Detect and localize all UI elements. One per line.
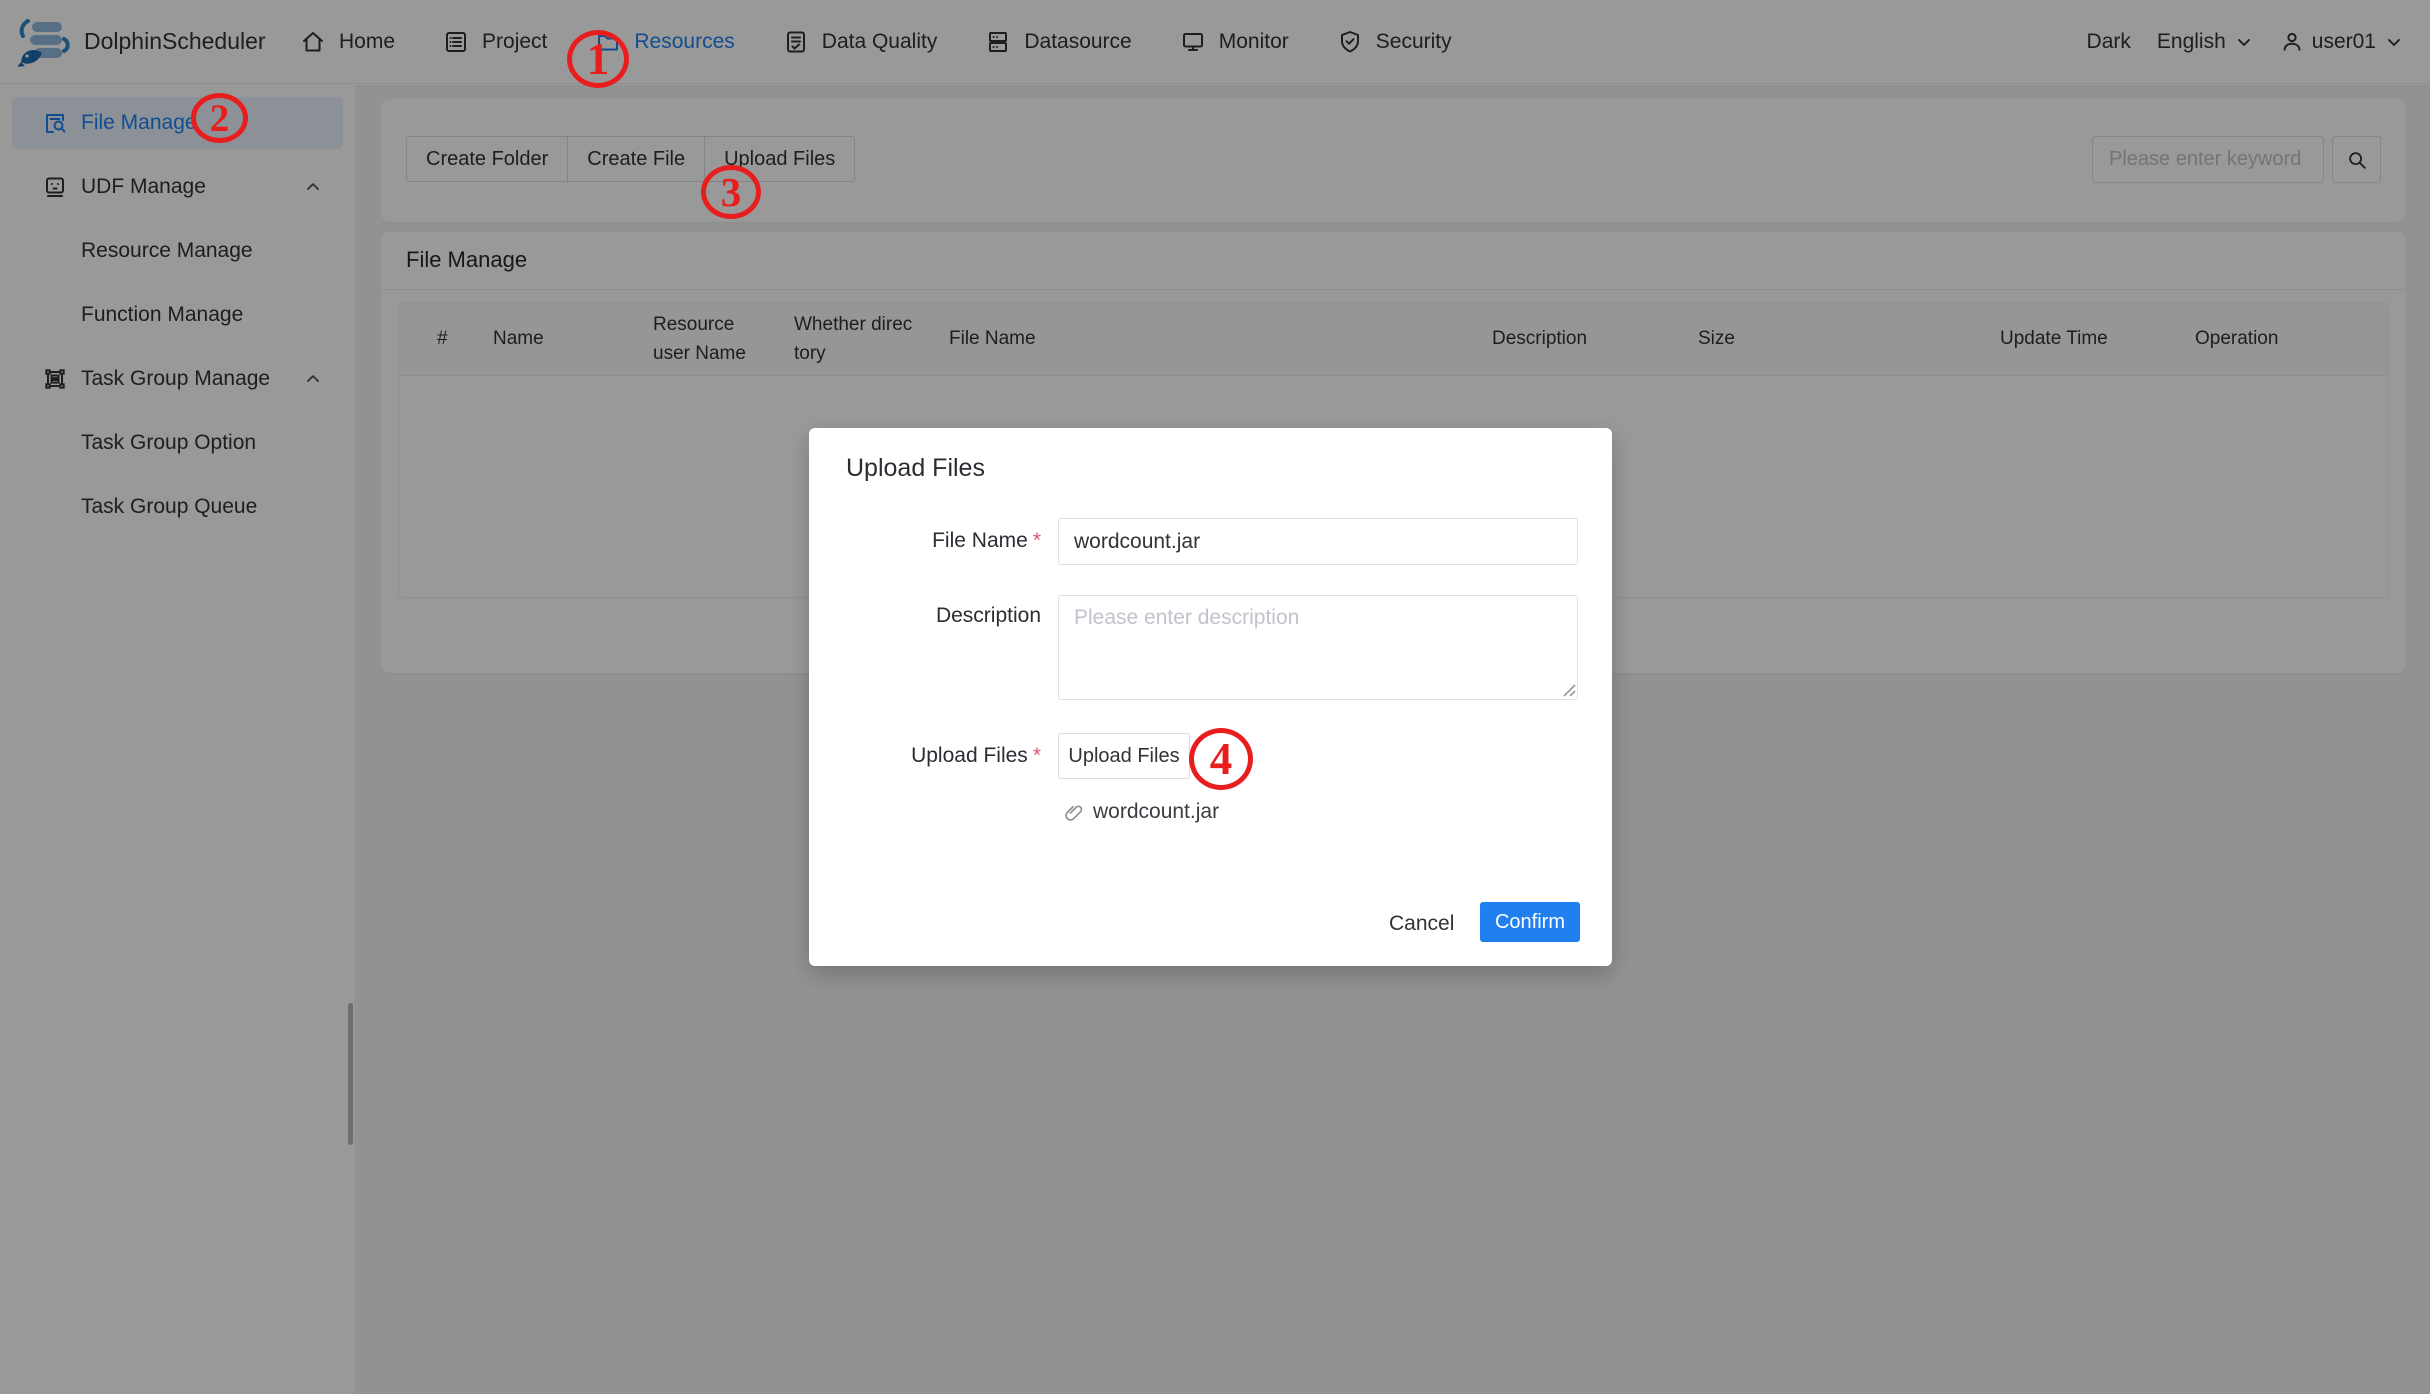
upload-files-picker-button[interactable]: Upload Files [1058,733,1190,779]
description-textarea[interactable] [1058,595,1578,700]
description-label: Description [935,604,1041,627]
attached-file-name: wordcount.jar [1093,800,1220,823]
required-asterisk: * [1032,744,1041,767]
paperclip-icon [1063,802,1084,823]
upload-files-label: Upload Files * [911,744,1041,767]
attached-file-item[interactable]: wordcount.jar [1063,800,1219,824]
modal-title: Upload Files [846,454,985,482]
confirm-button[interactable]: Confirm [1480,902,1580,942]
cancel-button[interactable]: Cancel [1375,904,1468,944]
file-name-label: File Name * [932,529,1041,552]
required-asterisk: * [1032,529,1041,552]
file-name-input[interactable] [1058,518,1578,565]
upload-files-modal: Upload Files File Name* Description Uplo… [809,428,1612,966]
